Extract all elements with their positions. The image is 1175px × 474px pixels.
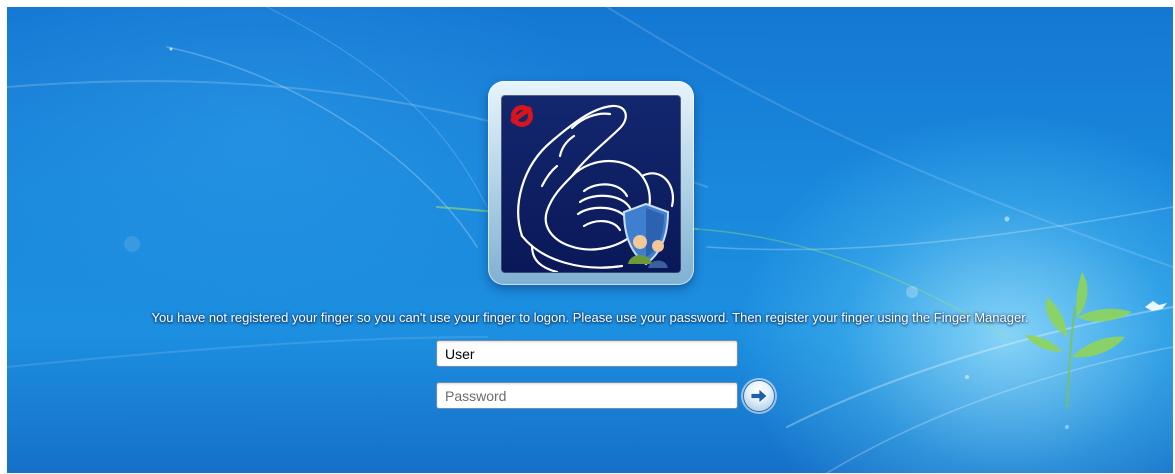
submit-arrow-button[interactable] — [744, 381, 774, 411]
logon-message: You have not registered your finger so y… — [151, 310, 1029, 325]
user-picture — [502, 96, 680, 272]
user-tile[interactable] — [488, 81, 694, 285]
fingerprint-finger-icon — [502, 96, 680, 272]
logon-screen: You have not registered your finger so y… — [7, 7, 1173, 473]
arrow-right-icon — [750, 388, 768, 404]
password-field[interactable] — [436, 382, 738, 409]
username-field[interactable] — [436, 340, 738, 367]
